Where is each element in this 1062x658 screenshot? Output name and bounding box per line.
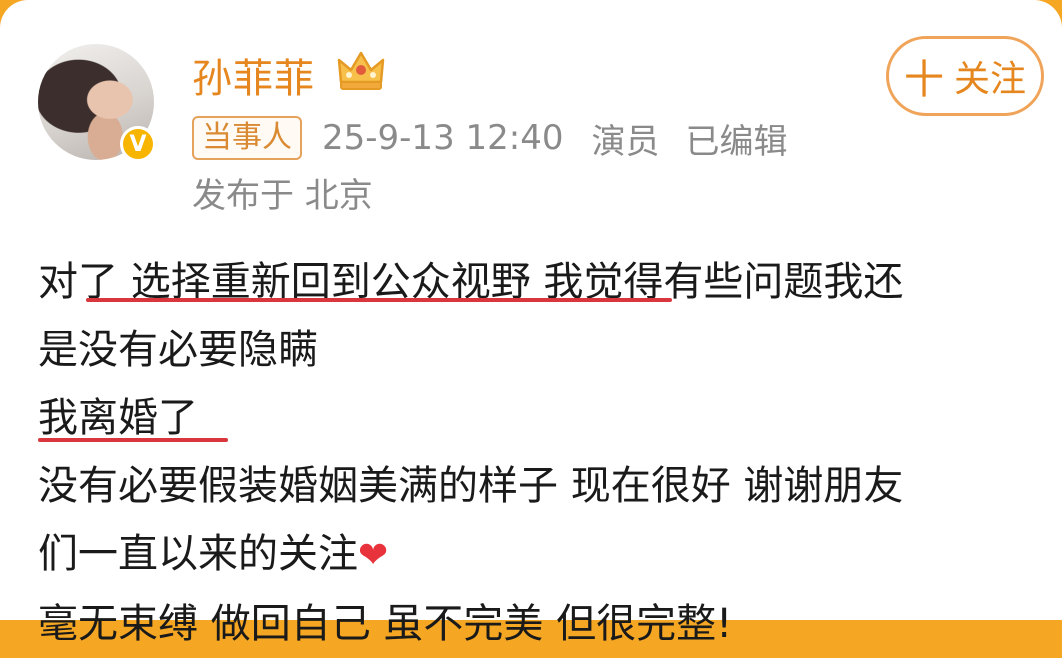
avatar[interactable]: V [38,44,156,162]
verified-icon: V [120,126,156,162]
post-line: 们一直以来的关注❤ [38,520,1028,590]
post-card: V 孙菲菲 十 关注 当事人 25-9-13 12:40 演员 已编辑 发布于 … [0,0,1062,647]
post-line: 我离婚了 [38,384,1028,452]
post-text: 我离婚了 [38,395,198,441]
follow-label: 关注 [953,59,1026,100]
post-line: 对了 选择重新回到公众视野 我觉得有些问题我还 [38,248,1028,316]
crown-icon [337,51,385,90]
role-label: 演员 [591,121,660,162]
timestamp: 25-9-13 12:40 [322,118,564,158]
heart-icon: ❤ [358,535,389,576]
highlight-underline [38,438,228,442]
edited-label[interactable]: 已编辑 [686,114,788,163]
post-line: 没有必要假装婚姻美满的样子 现在很好 谢谢朋友 [38,463,904,509]
plus-icon: 十 [903,57,944,103]
post-text: 们一直以来的关注 [38,531,358,577]
party-badge: 当事人 [192,116,302,160]
post-line: 毫无束缚 做回自己 虽不完美 但很完整! [38,601,733,647]
highlight-underline [86,298,672,302]
post-content: 对了 选择重新回到公众视野 我觉得有些问题我还 是没有必要隐瞒 我离婚了 没有必… [38,248,1028,658]
username[interactable]: 孙菲菲 [192,46,315,104]
post-line: 是没有必要隐瞒 [38,327,318,373]
post-meta: 当事人 25-9-13 12:40 演员 已编辑 [192,112,788,164]
location-label: 发布于 北京 [192,176,373,216]
follow-button[interactable]: 十 关注 [886,36,1044,116]
